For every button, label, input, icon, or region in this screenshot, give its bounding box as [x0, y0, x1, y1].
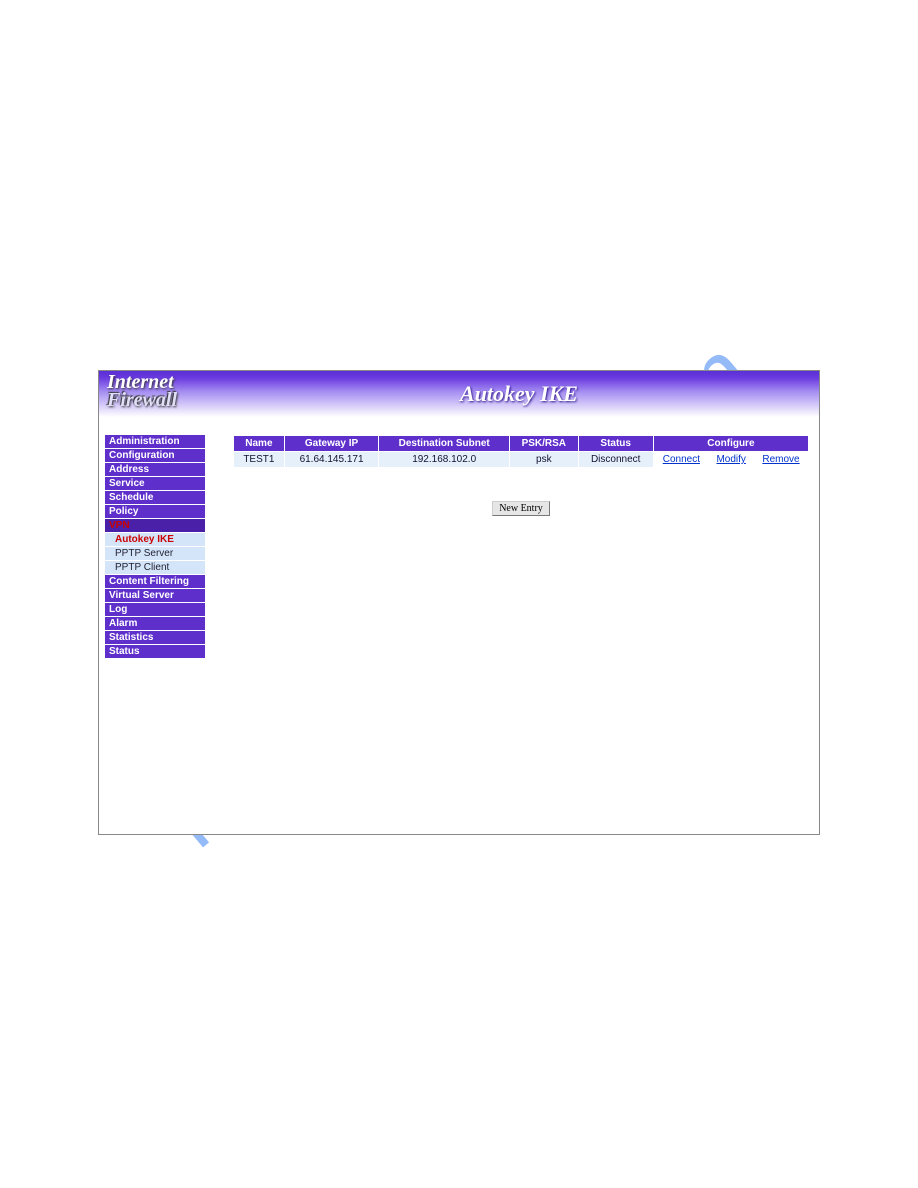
page-title: Autokey IKE [219, 371, 819, 407]
connect-link[interactable]: Connect [663, 454, 700, 465]
sidebar-item-alarm[interactable]: Alarm [105, 617, 205, 631]
th-psk: PSK/RSA [510, 436, 579, 452]
main-panel: Name Gateway IP Destination Subnet PSK/R… [205, 435, 813, 516]
sidebar-item-schedule[interactable]: Schedule [105, 491, 205, 505]
logo-line2: Firewall [107, 391, 219, 409]
cell-gateway: 61.64.145.171 [284, 452, 379, 468]
th-dest: Destination Subnet [379, 436, 510, 452]
sidebar-item-address[interactable]: Address [105, 463, 205, 477]
table-row: TEST1 61.64.145.171 192.168.102.0 psk Di… [234, 452, 809, 468]
body-row: Administration Configuration Address Ser… [99, 417, 819, 659]
logo: Internet Firewall [99, 371, 219, 409]
sidebar-item-service[interactable]: Service [105, 477, 205, 491]
app-frame: Internet Firewall Autokey IKE Administra… [98, 370, 820, 835]
sidebar-item-content-filtering[interactable]: Content Filtering [105, 575, 205, 589]
sidebar-item-virtual-server[interactable]: Virtual Server [105, 589, 205, 603]
th-name: Name [234, 436, 285, 452]
table-header-row: Name Gateway IP Destination Subnet PSK/R… [234, 436, 809, 452]
th-configure: Configure [653, 436, 808, 452]
remove-link[interactable]: Remove [762, 454, 799, 465]
sidebar-item-policy[interactable]: Policy [105, 505, 205, 519]
sidebar: Administration Configuration Address Ser… [105, 435, 205, 659]
sidebar-item-statistics[interactable]: Statistics [105, 631, 205, 645]
header-banner: Internet Firewall Autokey IKE [99, 371, 819, 417]
sidebar-item-log[interactable]: Log [105, 603, 205, 617]
cell-name: TEST1 [234, 452, 285, 468]
th-status: Status [578, 436, 653, 452]
new-entry-button[interactable]: New Entry [492, 501, 550, 516]
new-entry-wrap: New Entry [233, 498, 809, 516]
th-gateway: Gateway IP [284, 436, 379, 452]
sidebar-subitem-pptp-server[interactable]: PPTP Server [105, 547, 205, 561]
sidebar-item-status[interactable]: Status [105, 645, 205, 659]
cell-psk: psk [510, 452, 579, 468]
ike-table: Name Gateway IP Destination Subnet PSK/R… [233, 435, 809, 468]
sidebar-subitem-autokey-ike[interactable]: Autokey IKE [105, 533, 205, 547]
modify-link[interactable]: Modify [716, 454, 745, 465]
sidebar-item-administration[interactable]: Administration [105, 435, 205, 449]
sidebar-subitem-pptp-client[interactable]: PPTP Client [105, 561, 205, 575]
sidebar-item-vpn[interactable]: VPN [105, 519, 205, 533]
sidebar-item-configuration[interactable]: Configuration [105, 449, 205, 463]
cell-dest: 192.168.102.0 [379, 452, 510, 468]
cell-status: Disconnect [578, 452, 653, 468]
